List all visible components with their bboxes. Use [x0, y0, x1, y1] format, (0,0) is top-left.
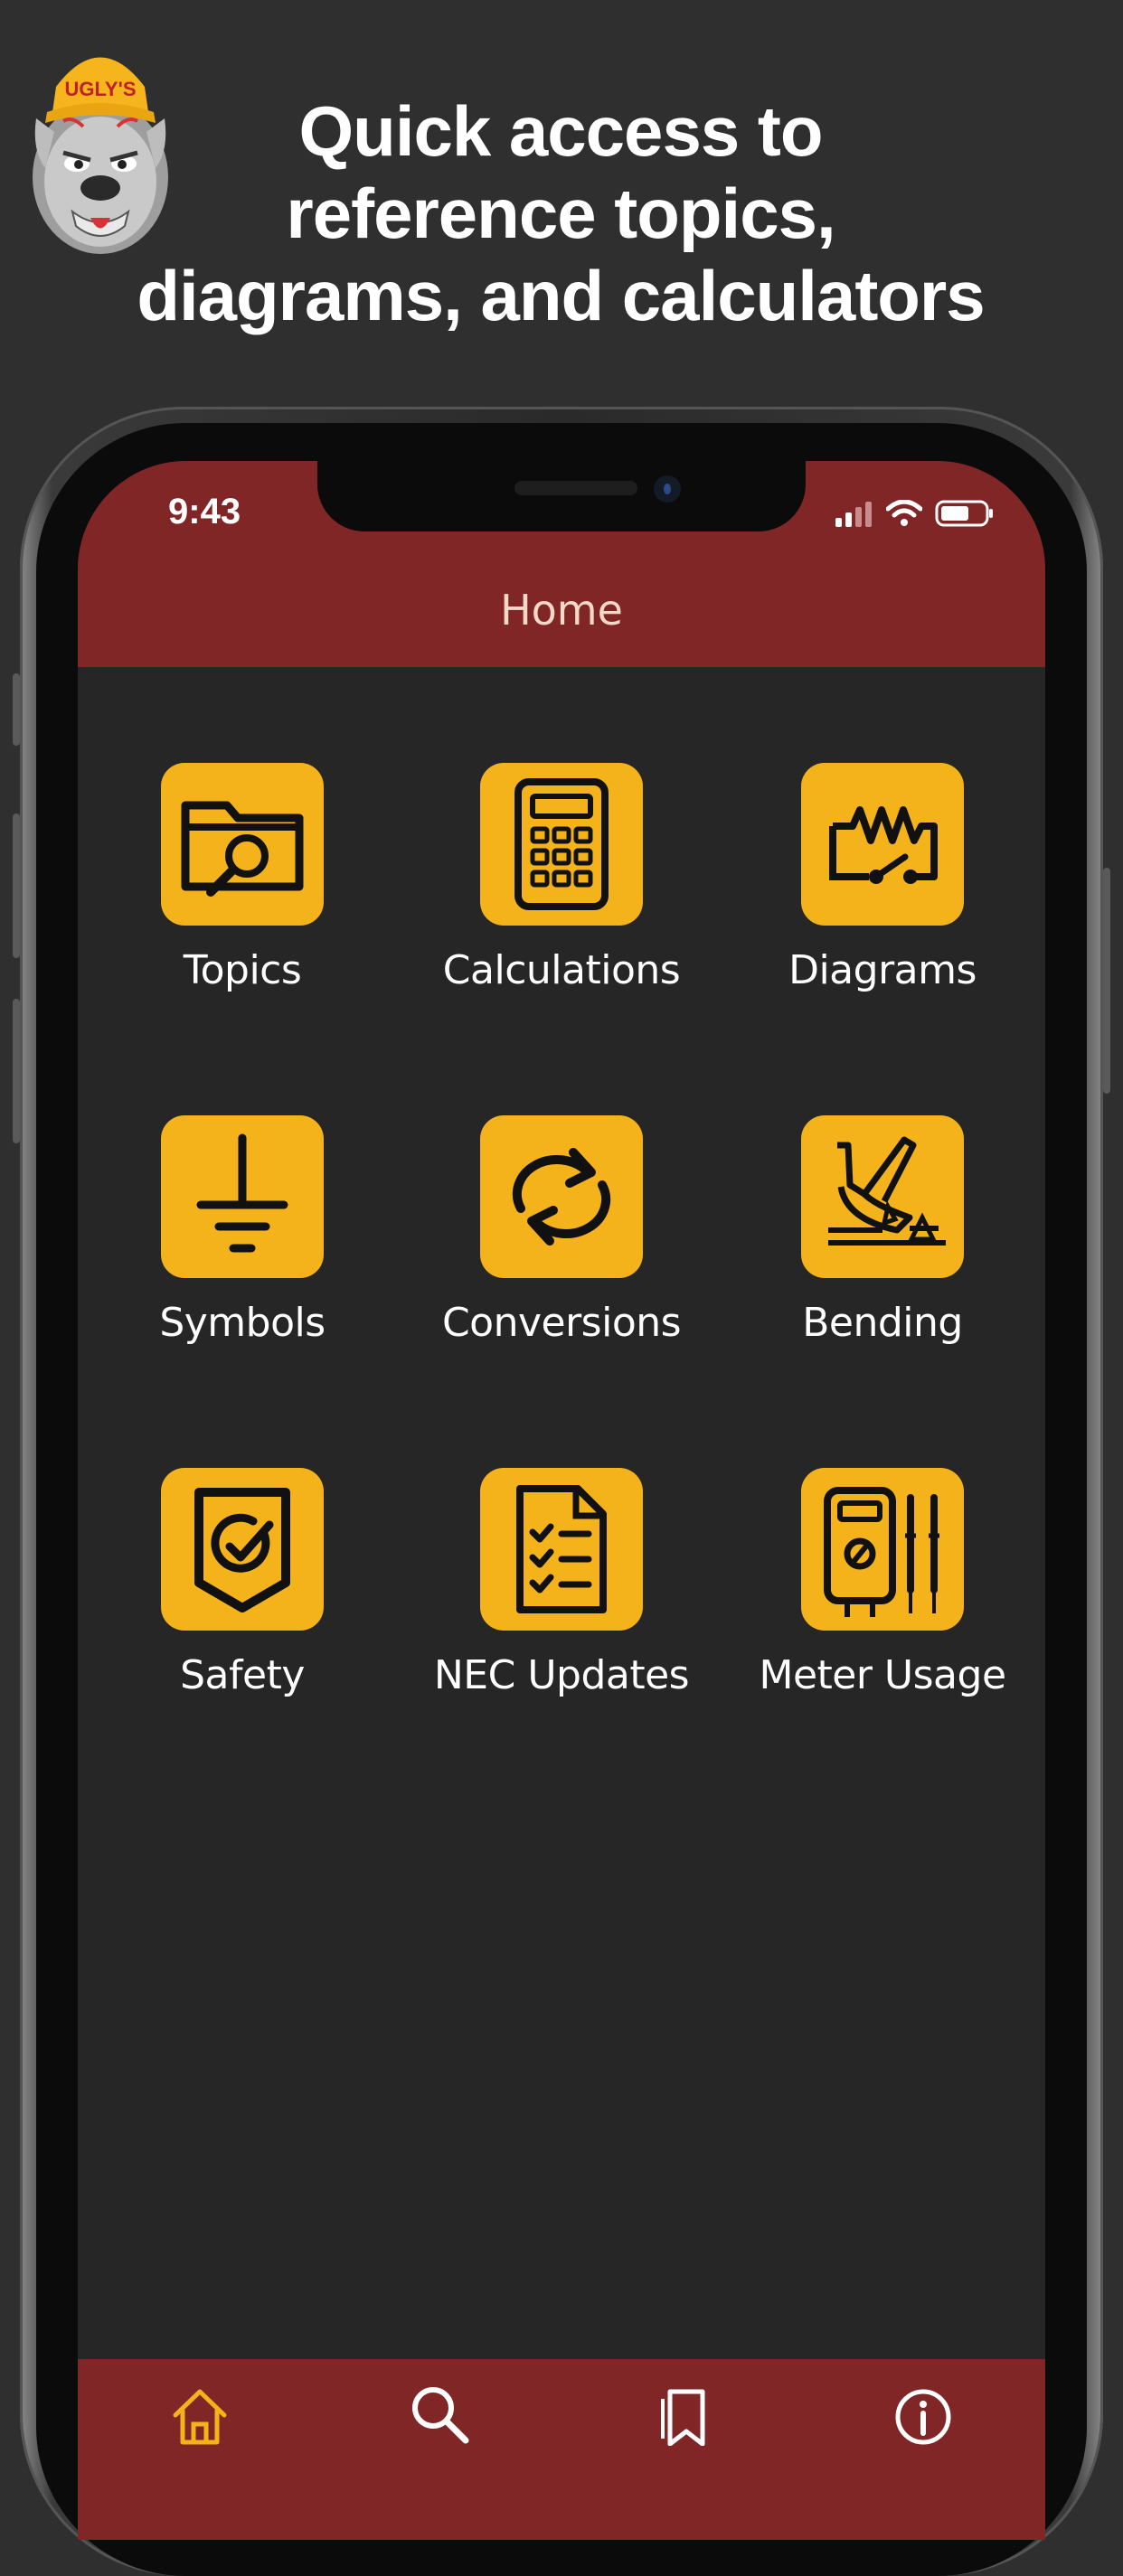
tile-label-topics: Topics: [183, 947, 302, 993]
headline-line-3: diagrams, and calculators: [137, 256, 985, 335]
navigation-bar: 9:43 Home: [78, 461, 1045, 667]
tile-meter-usage[interactable]: [801, 1468, 964, 1631]
signal-icon: [835, 502, 872, 527]
status-icons: [834, 497, 995, 530]
tile-label-bending: Bending: [802, 1300, 963, 1346]
tile-diagrams[interactable]: [801, 763, 964, 926]
app-screen: 9:43 Home Topics Calculations Diagrams S…: [78, 461, 1045, 2540]
headline-line-2: reference topics,: [286, 174, 835, 253]
logo-cap-text: UGLY'S: [65, 78, 137, 100]
headline-line-1: Quick access to: [298, 91, 824, 171]
tile-topics[interactable]: [161, 763, 324, 926]
tile-label-conversions: Conversions: [441, 1300, 682, 1346]
bottom-tab-bar: [78, 2359, 1045, 2540]
tile-calculations[interactable]: [480, 763, 643, 926]
earpiece-speaker: [514, 481, 637, 495]
bookmark-icon[interactable]: [652, 2383, 715, 2446]
grid-item-safety[interactable]: Safety: [98, 1468, 387, 1698]
grid-item-topics[interactable]: Topics: [98, 763, 387, 993]
front-camera: [654, 475, 681, 503]
ground-symbol-icon: [196, 1133, 288, 1253]
promo-headline: Quick access to reference topics, diagra…: [136, 90, 986, 337]
grid-item-conversions[interactable]: Conversions: [417, 1115, 706, 1346]
conduit-bender-icon: [828, 1136, 946, 1246]
info-icon[interactable]: [892, 2383, 955, 2446]
grid-item-calculations[interactable]: Calculations: [417, 763, 706, 993]
safety-shield-icon: [194, 1488, 290, 1612]
grid-item-bending[interactable]: Bending: [738, 1115, 1027, 1346]
grid-item-symbols[interactable]: Symbols: [98, 1115, 387, 1346]
wifi-icon: [886, 500, 922, 526]
convert-arrows-icon: [512, 1148, 611, 1246]
circuit-diagram-icon: [829, 806, 938, 884]
page-title: Home: [500, 586, 623, 635]
device-notch: [317, 461, 806, 531]
multimeter-icon: [824, 1487, 939, 1617]
folder-search-icon: [181, 801, 304, 897]
phone-mute-switch: [13, 673, 20, 746]
phone-power-button: [1103, 868, 1110, 1094]
home-icon[interactable]: [168, 2383, 231, 2446]
tile-safety[interactable]: [161, 1468, 324, 1631]
tile-conversions[interactable]: [480, 1115, 643, 1278]
tile-bending[interactable]: [801, 1115, 964, 1278]
status-time: 9:43: [168, 492, 241, 531]
search-icon[interactable]: [408, 2383, 471, 2446]
grid-item-meter-usage[interactable]: Meter Usage: [738, 1468, 1027, 1698]
battery-icon: [935, 500, 993, 527]
tile-label-safety: Safety: [180, 1652, 305, 1698]
tile-label-symbols: Symbols: [159, 1300, 326, 1346]
calculator-icon: [514, 778, 609, 910]
phone-volume-down: [13, 999, 20, 1143]
grid-item-nec-updates[interactable]: NEC Updates: [417, 1468, 706, 1698]
tile-label-meter-usage: Meter Usage: [759, 1652, 1006, 1698]
grid-item-diagrams[interactable]: Diagrams: [738, 763, 1027, 993]
phone-volume-up: [13, 813, 20, 958]
tile-label-nec-updates: NEC Updates: [433, 1652, 690, 1698]
tile-label-calculations: Calculations: [442, 947, 681, 993]
checklist-document-icon: [516, 1485, 607, 1613]
tile-nec-updates[interactable]: [480, 1468, 643, 1631]
tile-label-diagrams: Diagrams: [788, 947, 977, 993]
tile-symbols[interactable]: [161, 1115, 324, 1278]
